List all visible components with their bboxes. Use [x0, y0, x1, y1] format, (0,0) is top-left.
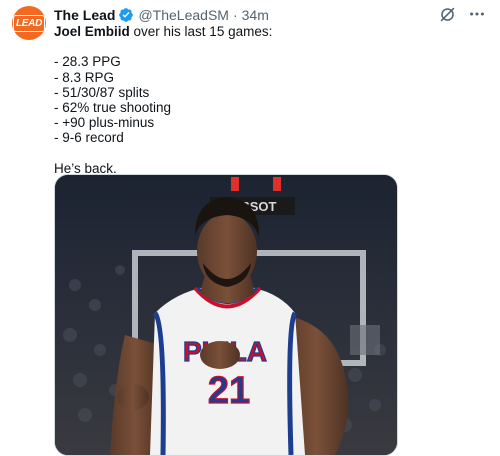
tweet-header: The Lead @TheLeadSM · 34m	[54, 6, 269, 24]
jersey-number: 21	[208, 370, 250, 412]
tweet-media-photo[interactable]: TISSOT PHILA 21	[54, 174, 398, 456]
author-handle[interactable]: @TheLeadSM	[138, 7, 228, 23]
author-name[interactable]: The Lead	[54, 7, 115, 23]
stat-line: - 8.3 RPG	[54, 69, 115, 85]
player-name[interactable]: Joel Embiid	[54, 24, 130, 39]
intro-text: over his last 15 games:	[129, 24, 273, 39]
stat-line: - 62% true shooting	[54, 99, 172, 115]
player-photo: TISSOT PHILA 21	[55, 175, 397, 455]
separator-dot: ·	[232, 7, 238, 23]
stat-line: - 9-6 record	[54, 130, 124, 146]
tweet-intro: Joel Embiid over his last 15 games:	[54, 24, 474, 39]
avatar[interactable]: LEAD	[12, 6, 46, 40]
tweet-text: Joel Embiid over his last 15 games: - 28…	[54, 24, 474, 176]
verified-badge-icon	[118, 7, 134, 23]
stat-line: - +90 plus-minus	[54, 115, 155, 131]
stat-line: - 51/30/87 splits	[54, 84, 150, 100]
avatar-logo: LEAD	[12, 14, 46, 32]
stat-line: - 28.3 PPG	[54, 54, 121, 70]
timestamp[interactable]: 34m	[242, 7, 269, 23]
